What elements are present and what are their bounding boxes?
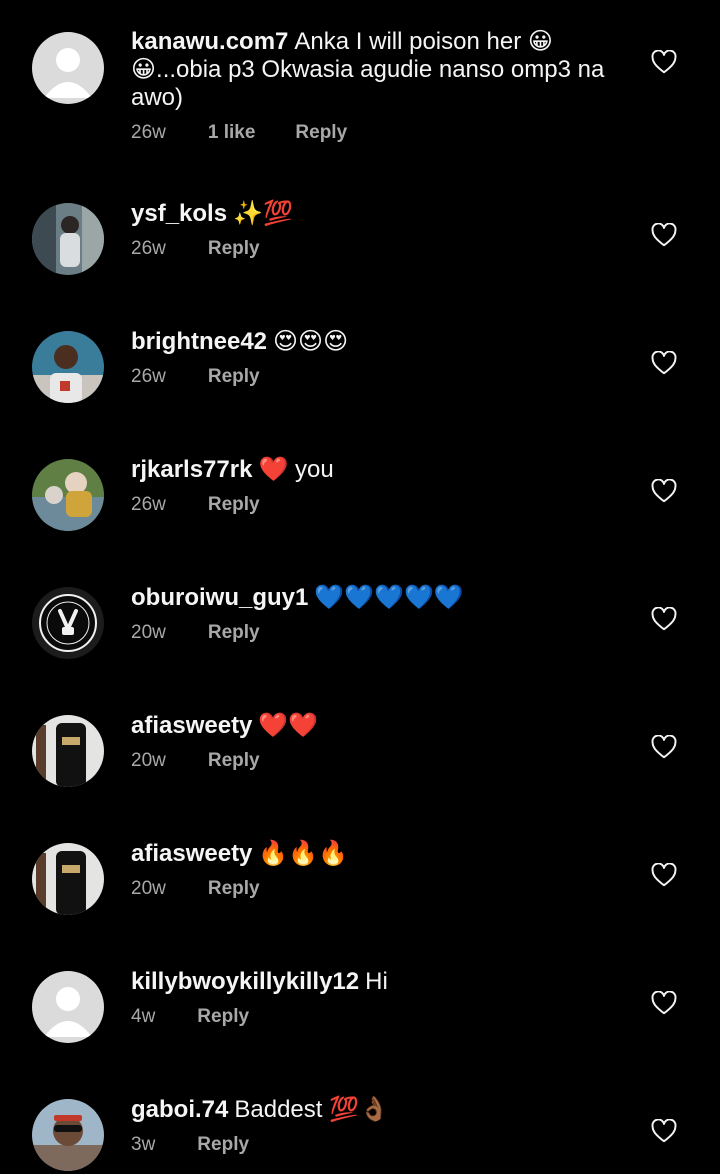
reply-button[interactable]: Reply bbox=[208, 494, 260, 516]
heart-outline-icon bbox=[651, 479, 677, 503]
comment-timestamp: 20w bbox=[131, 750, 166, 771]
comment-username[interactable]: brightnee42 bbox=[131, 328, 267, 355]
like-button[interactable] bbox=[651, 991, 677, 1015]
comment-message: Baddest 💯👌🏾 bbox=[234, 1096, 389, 1123]
comment-text: brightnee42 😍😍😍 bbox=[131, 328, 610, 356]
like-button[interactable] bbox=[651, 50, 677, 74]
comment-username[interactable]: kanawu.com7 bbox=[131, 28, 288, 55]
like-button[interactable] bbox=[651, 479, 677, 503]
reply-button[interactable]: Reply bbox=[208, 238, 260, 260]
comment-username[interactable]: oburoiwu_guy1 bbox=[131, 584, 308, 611]
reply-button[interactable]: Reply bbox=[197, 1134, 249, 1156]
avatar[interactable] bbox=[32, 843, 104, 915]
comment-message: ✨💯 bbox=[233, 200, 293, 227]
like-button[interactable] bbox=[651, 607, 677, 631]
comment-timestamp: 26w bbox=[131, 494, 166, 515]
comment-text: afiasweety 🔥🔥🔥 bbox=[131, 840, 610, 868]
comment-message: ❤️❤️ bbox=[258, 712, 319, 739]
comment-text: ysf_kols ✨💯 bbox=[131, 200, 610, 228]
comment-message: 💙💙💙💙💙 bbox=[314, 584, 464, 611]
like-button[interactable] bbox=[651, 735, 677, 759]
comment-timestamp: 4w bbox=[131, 1006, 156, 1027]
comment-username[interactable]: afiasweety bbox=[131, 712, 252, 739]
heart-outline-icon bbox=[651, 607, 677, 631]
avatar[interactable] bbox=[32, 971, 104, 1043]
heart-outline-icon bbox=[651, 223, 677, 247]
comment-text: gaboi.74 Baddest 💯👌🏾 bbox=[131, 1096, 610, 1124]
comment-like-count[interactable]: 1 like bbox=[208, 122, 256, 144]
comment-timestamp: 20w bbox=[131, 878, 166, 899]
comment-timestamp: 26w bbox=[131, 122, 166, 143]
heart-outline-icon bbox=[651, 991, 677, 1015]
like-button[interactable] bbox=[651, 223, 677, 247]
avatar[interactable] bbox=[32, 331, 104, 403]
like-button[interactable] bbox=[651, 863, 677, 887]
avatar[interactable] bbox=[32, 1099, 104, 1171]
comment-timestamp: 20w bbox=[131, 622, 166, 643]
comment-timestamp: 26w bbox=[131, 238, 166, 259]
reply-button[interactable]: Reply bbox=[208, 750, 260, 772]
avatar[interactable] bbox=[32, 459, 104, 531]
reply-button[interactable]: Reply bbox=[295, 122, 347, 144]
heart-outline-icon bbox=[651, 863, 677, 887]
reply-button[interactable]: Reply bbox=[208, 366, 260, 388]
comment-username[interactable]: killybwoykillykilly12 bbox=[131, 968, 359, 995]
comment-text: afiasweety ❤️❤️ bbox=[131, 712, 610, 740]
default-avatar-icon bbox=[32, 971, 104, 1043]
avatar[interactable] bbox=[32, 715, 104, 787]
comment-text: oburoiwu_guy1 💙💙💙💙💙 bbox=[131, 584, 610, 612]
comment-username[interactable]: gaboi.74 bbox=[131, 1096, 228, 1123]
avatar[interactable] bbox=[32, 32, 104, 104]
reply-button[interactable]: Reply bbox=[208, 622, 260, 644]
comment-message: ❤️ you bbox=[258, 456, 334, 483]
comment-username[interactable]: ysf_kols bbox=[131, 200, 227, 227]
comment-username[interactable]: afiasweety bbox=[131, 840, 252, 867]
comment-text: rjkarls77rk ❤️ you bbox=[131, 456, 610, 484]
avatar[interactable] bbox=[32, 587, 104, 659]
comment-text: killybwoykillykilly12 Hi bbox=[131, 968, 610, 996]
comment-message: 🔥🔥🔥 bbox=[258, 840, 349, 867]
comment-text: kanawu.com7 Anka I will poison her 😀 😀...… bbox=[131, 28, 610, 112]
avatar[interactable] bbox=[32, 203, 104, 275]
reply-button[interactable]: Reply bbox=[208, 878, 260, 900]
comment-timestamp: 26w bbox=[131, 366, 166, 387]
heart-outline-icon bbox=[651, 351, 677, 375]
reply-button[interactable]: Reply bbox=[197, 1006, 249, 1028]
heart-outline-icon bbox=[651, 50, 677, 74]
comment-message: Hi bbox=[365, 968, 388, 995]
default-avatar-icon bbox=[32, 32, 104, 104]
comment-timestamp: 3w bbox=[131, 1134, 156, 1155]
like-button[interactable] bbox=[651, 1119, 677, 1143]
comment-username[interactable]: rjkarls77rk bbox=[131, 456, 252, 483]
heart-outline-icon bbox=[651, 735, 677, 759]
comment-message: 😍😍😍 bbox=[273, 328, 349, 355]
heart-outline-icon bbox=[651, 1119, 677, 1143]
like-button[interactable] bbox=[651, 351, 677, 375]
